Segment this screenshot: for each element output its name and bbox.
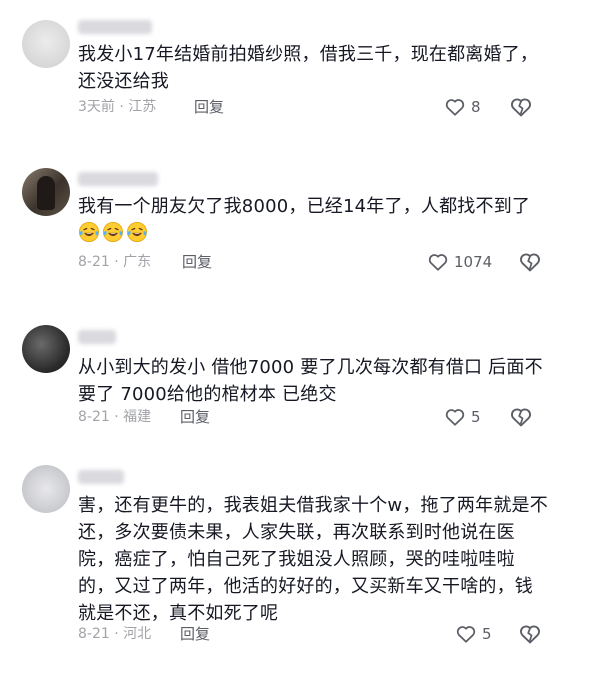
like-count: 5 [471, 408, 481, 426]
reply-button[interactable]: 回复 [180, 406, 210, 428]
heart-outline-icon [428, 254, 448, 271]
heart-outline-icon [456, 626, 476, 643]
comment-location: 福建 [123, 409, 152, 425]
like-button[interactable]: 5 [455, 622, 492, 646]
comment-meta: 8-21 · 福建 [78, 409, 152, 425]
reply-button[interactable]: 回复 [180, 623, 210, 645]
comment-location: 江苏 [128, 99, 157, 115]
comment-location: 河北 [123, 626, 152, 642]
like-count: 5 [482, 625, 492, 643]
laughing-crying-emoji [127, 222, 147, 242]
broken-heart-icon[interactable] [509, 95, 533, 119]
laughing-crying-emoji [103, 222, 123, 242]
broken-heart-icon[interactable] [518, 250, 542, 274]
avatar[interactable] [22, 20, 70, 68]
avatar-figure [37, 176, 55, 210]
like-button[interactable]: 1074 [427, 250, 492, 274]
like-count: 8 [471, 98, 481, 116]
avatar[interactable] [22, 465, 70, 513]
like-button[interactable]: 5 [444, 405, 481, 429]
like-button[interactable]: 8 [444, 95, 481, 119]
username-blurred[interactable] [78, 330, 116, 344]
comment-text: 从小到大的发小 借他7000 要了几次每次都有借口 后面不要了 7000给他的棺… [78, 357, 543, 405]
comment-date: 8-21 [78, 409, 110, 425]
comment-location: 广东 [123, 254, 152, 270]
comment-text: 害，还有更牛的，我表姐夫借我家十个w，拖了两年就是不还，多次要债未果，人家失联，… [78, 495, 548, 624]
comment-text: 我发小17年结婚前拍婚纱照，借我三千，现在都离婚了，还没还给我 [78, 44, 539, 92]
heart-outline-icon [445, 409, 465, 426]
comment-meta: 8-21 · 广东 [78, 254, 152, 270]
comment-meta: 8-21 · 河北 [78, 626, 152, 642]
broken-heart-icon[interactable] [509, 405, 533, 429]
comment-meta: 3天前 · 江苏 [78, 99, 157, 115]
avatar[interactable] [22, 168, 70, 216]
comment-date: 8-21 [78, 254, 110, 270]
comment-date: 3天前 [78, 99, 115, 115]
like-count: 1074 [454, 253, 493, 271]
username-blurred[interactable] [78, 172, 158, 186]
broken-heart-icon[interactable] [518, 622, 542, 646]
laughing-crying-emoji [79, 222, 99, 242]
comment-text: 我有一个朋友欠了我8000，已经14年了，人都找不到了 [78, 193, 548, 247]
reply-button[interactable]: 回复 [194, 96, 224, 118]
username-blurred[interactable] [78, 470, 124, 484]
username-blurred[interactable] [78, 20, 152, 34]
emoji-row [78, 222, 150, 244]
avatar[interactable] [22, 325, 70, 373]
heart-outline-icon [445, 99, 465, 116]
reply-button[interactable]: 回复 [182, 251, 212, 273]
comment-date: 8-21 [78, 626, 110, 642]
